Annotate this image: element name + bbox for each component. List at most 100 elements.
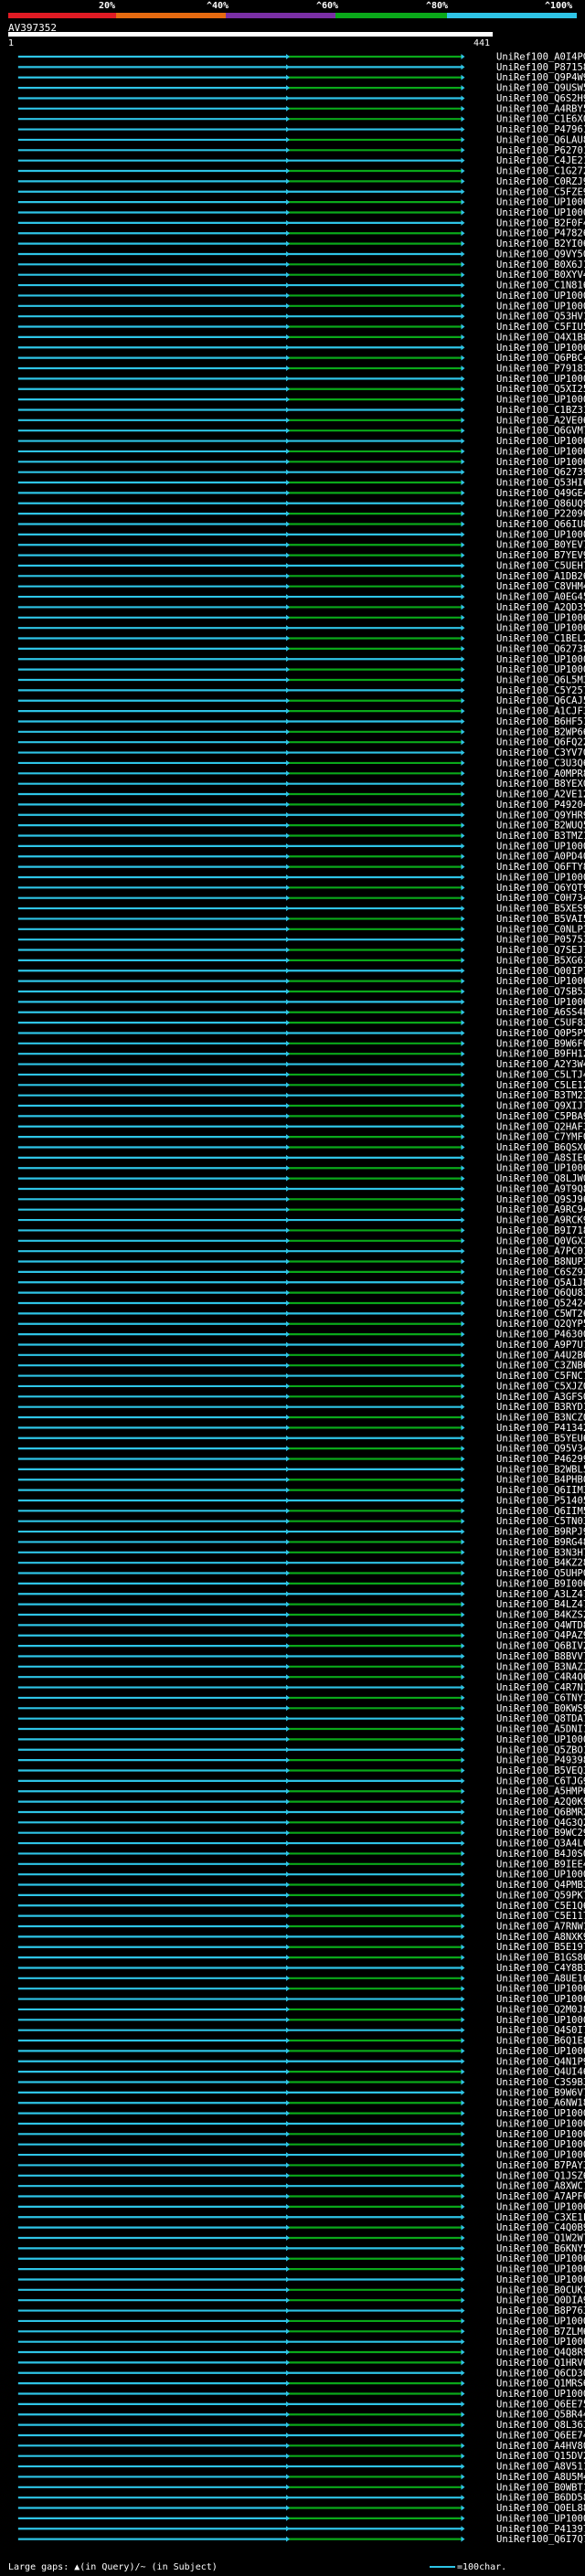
hit-label[interactable]: UniRef100_B5VEQ3 [496,1765,585,1776]
hit-label[interactable]: UniRef100_UP1000.. [496,654,585,665]
hit-label[interactable]: UniRef100_Q66IU8 [496,519,585,530]
hit-row[interactable]: UniRef100_B5XES9 [17,904,585,915]
hit-label[interactable]: UniRef100_Q4X1B8 [496,332,585,343]
hit-label[interactable]: UniRef100_Q4PAZ9 [496,1630,585,1641]
hit-row[interactable]: UniRef100_C5E117 [17,1911,585,1922]
hit-row[interactable]: UniRef100_C5FIU5 [17,322,585,333]
hit-row[interactable]: UniRef100_Q6FTY8 [17,862,585,873]
hit-row[interactable]: UniRef100_Q3A4L0 [17,1839,585,1850]
hit-row[interactable]: UniRef100_B9I718 [17,1225,585,1236]
hit-row[interactable]: UniRef100_B9I006 [17,1578,585,1589]
hit-label[interactable]: UniRef100_Q6FQ22 [496,737,585,748]
hit-row[interactable]: UniRef100_Q6LAU8 [17,134,585,145]
hit-row[interactable]: UniRef100_C0H734 [17,893,585,904]
hit-row[interactable]: UniRef100_A6SS48 [17,1007,585,1018]
hit-row[interactable]: UniRef100_C5LTJ4 [17,1069,585,1080]
hit-label[interactable]: UniRef100_B5VAI5 [496,914,585,925]
hit-label[interactable]: UniRef100_C5XJZ0 [496,1381,585,1392]
hit-label[interactable]: UniRef100_C5UEH7 [496,560,585,571]
hit-label[interactable]: UniRef100_Q1W2W7 [496,2233,585,2244]
hit-row[interactable]: UniRef100_B7PAY3 [17,2160,585,2171]
hit-label[interactable]: UniRef100_C5PBA9 [496,1111,585,1122]
hit-label[interactable]: UniRef100_A8UE10 [496,1973,585,1984]
hit-row[interactable]: UniRef100_Q6I7Q7 [17,2534,585,2545]
hit-row[interactable]: UniRef100_B3TMZ1 [17,831,585,842]
hit-row[interactable]: UniRef100_C0NLP3 [17,924,585,935]
hit-row[interactable]: UniRef100_C5TN03 [17,1516,585,1527]
hit-row[interactable]: UniRef100_A2QD35 [17,602,585,613]
hit-row[interactable]: UniRef100_P22090 [17,509,585,520]
hit-label[interactable]: UniRef100_Q4Q8R9 [496,2348,585,2359]
hit-label[interactable]: UniRef100_B4J0S0 [496,1849,585,1860]
hit-label[interactable]: UniRef100_UP1000.. [496,446,585,457]
hit-row[interactable]: UniRef100_UP1000.. [17,2316,585,2327]
hit-label[interactable]: UniRef100_Q2QYP5 [496,1319,585,1330]
hit-label[interactable]: UniRef100_A9T9Q8 [496,1183,585,1194]
hit-row[interactable]: UniRef100_Q1MRS6 [17,2379,585,2390]
hit-label[interactable]: UniRef100_B3N3H7 [496,1547,585,1558]
hit-label[interactable]: UniRef100_UP1000.. [496,612,585,623]
hit-label[interactable]: UniRef100_Q6PBC4 [496,353,585,364]
hit-label[interactable]: UniRef100_A8U5M4 [496,2472,585,2483]
hit-row[interactable]: UniRef100_C5E1Q6 [17,1901,585,1912]
hit-label[interactable]: UniRef100_UP1000.. [496,343,585,354]
hit-label[interactable]: UniRef100_C5FZE9 [496,186,585,197]
hit-label[interactable]: UniRef100_A0I4PG6 [496,52,585,63]
hit-row[interactable]: UniRef100_Q6FQ22 [17,737,585,748]
hit-label[interactable]: UniRef100_B9IEE4 [496,1859,585,1870]
hit-row[interactable]: UniRef100_A0EG45 [17,592,585,603]
hit-label[interactable]: UniRef100_UP1000.. [496,436,585,447]
hit-label[interactable]: UniRef100_Q62738 [496,643,585,654]
hit-label[interactable]: UniRef100_UP1000.. [496,2264,585,2275]
hit-row[interactable]: UniRef100_B6Q1E8 [17,2036,585,2047]
hit-row[interactable]: UniRef100_C5UF83 [17,1018,585,1029]
hit-row[interactable]: UniRef100_Q6EE74 [17,2430,585,2441]
hit-row[interactable]: UniRef100_C4JE21 [17,155,585,166]
hit-label[interactable]: UniRef100_A4HV80 [496,2441,585,2452]
hit-row[interactable]: UniRef100_C3YV70 [17,747,585,758]
hit-row[interactable]: UniRef100_C5UEH7 [17,560,585,571]
hit-row[interactable]: UniRef100_Q6BIV2 [17,1641,585,1652]
hit-row[interactable]: UniRef100_B8NUP3 [17,1256,585,1267]
hit-label[interactable]: UniRef100_B5E197 [496,1942,585,1953]
hit-label[interactable]: UniRef100_UP1000.. [496,623,585,634]
hit-row[interactable]: UniRef100_UP1000.. [17,529,585,540]
hit-row[interactable]: UniRef100_B5YEU6 [17,1433,585,1444]
hit-row[interactable]: UniRef100_P87158 [17,62,585,73]
hit-label[interactable]: UniRef100_UP1000.. [496,997,585,1008]
hit-label[interactable]: UniRef100_C5FNC7 [496,1371,585,1382]
hit-label[interactable]: UniRef100_C4R7N1 [496,1682,585,1693]
hit-label[interactable]: UniRef100_UP1000.. [496,2253,585,2264]
hit-row[interactable]: UniRef100_A8V511 [17,2462,585,2473]
hit-row[interactable]: UniRef100_UP1000.. [17,841,585,852]
hit-label[interactable]: UniRef100_P46299 [496,1454,585,1465]
hit-row[interactable]: UniRef100_Q62739 [17,467,585,478]
hit-row[interactable]: UniRef100_P41397 [17,2524,585,2535]
hit-row[interactable]: UniRef100_Q5XI25 [17,384,585,395]
hit-row[interactable]: UniRef100_B4LZ47 [17,1599,585,1610]
hit-row[interactable]: UniRef100_UP1000.. [17,2015,585,2026]
hit-row[interactable]: UniRef100_B0KWS9 [17,1703,585,1714]
hit-row[interactable]: UniRef100_UP1000.. [17,976,585,987]
hit-row[interactable]: UniRef100_P41342 [17,1423,585,1434]
hit-label[interactable]: UniRef100_C5Y257 [496,685,585,696]
hit-row[interactable]: UniRef100_Q6EE75 [17,2399,585,2410]
hit-label[interactable]: UniRef100_Q6EE75 [496,2399,585,2410]
hit-row[interactable]: UniRef100_UP1000.. [17,2264,585,2275]
hit-label[interactable]: UniRef100_UP1000.. [496,197,585,208]
hit-row[interactable]: UniRef100_Q62738 [17,643,585,654]
hit-row[interactable]: UniRef100_B8BVV7 [17,1651,585,1662]
hit-row[interactable]: UniRef100_Q9XIJ7 [17,1101,585,1112]
hit-row[interactable]: UniRef100_Q5ZBO1 [17,1744,585,1755]
hit-label[interactable]: UniRef100_C5LE12 [496,1080,585,1091]
hit-label[interactable]: UniRef100_UP1000.. [496,976,585,987]
hit-row[interactable]: UniRef100_A4HV80 [17,2441,585,2452]
hit-row[interactable]: UniRef100_B9W6F0 [17,1038,585,1049]
hit-label[interactable]: UniRef100_C5WT26 [496,1309,585,1320]
hit-row[interactable]: UniRef100_C1E6X0 [17,114,585,125]
hit-row[interactable]: UniRef100_Q00IP7 [17,966,585,977]
hit-row[interactable]: UniRef100_Q2QYP5 [17,1319,585,1330]
hit-label[interactable]: UniRef100_Q9P4W9 [496,72,585,83]
hit-row[interactable]: UniRef100_B3NCZ0 [17,1413,585,1424]
hit-label[interactable]: UniRef100_UP1000.. [496,207,585,218]
